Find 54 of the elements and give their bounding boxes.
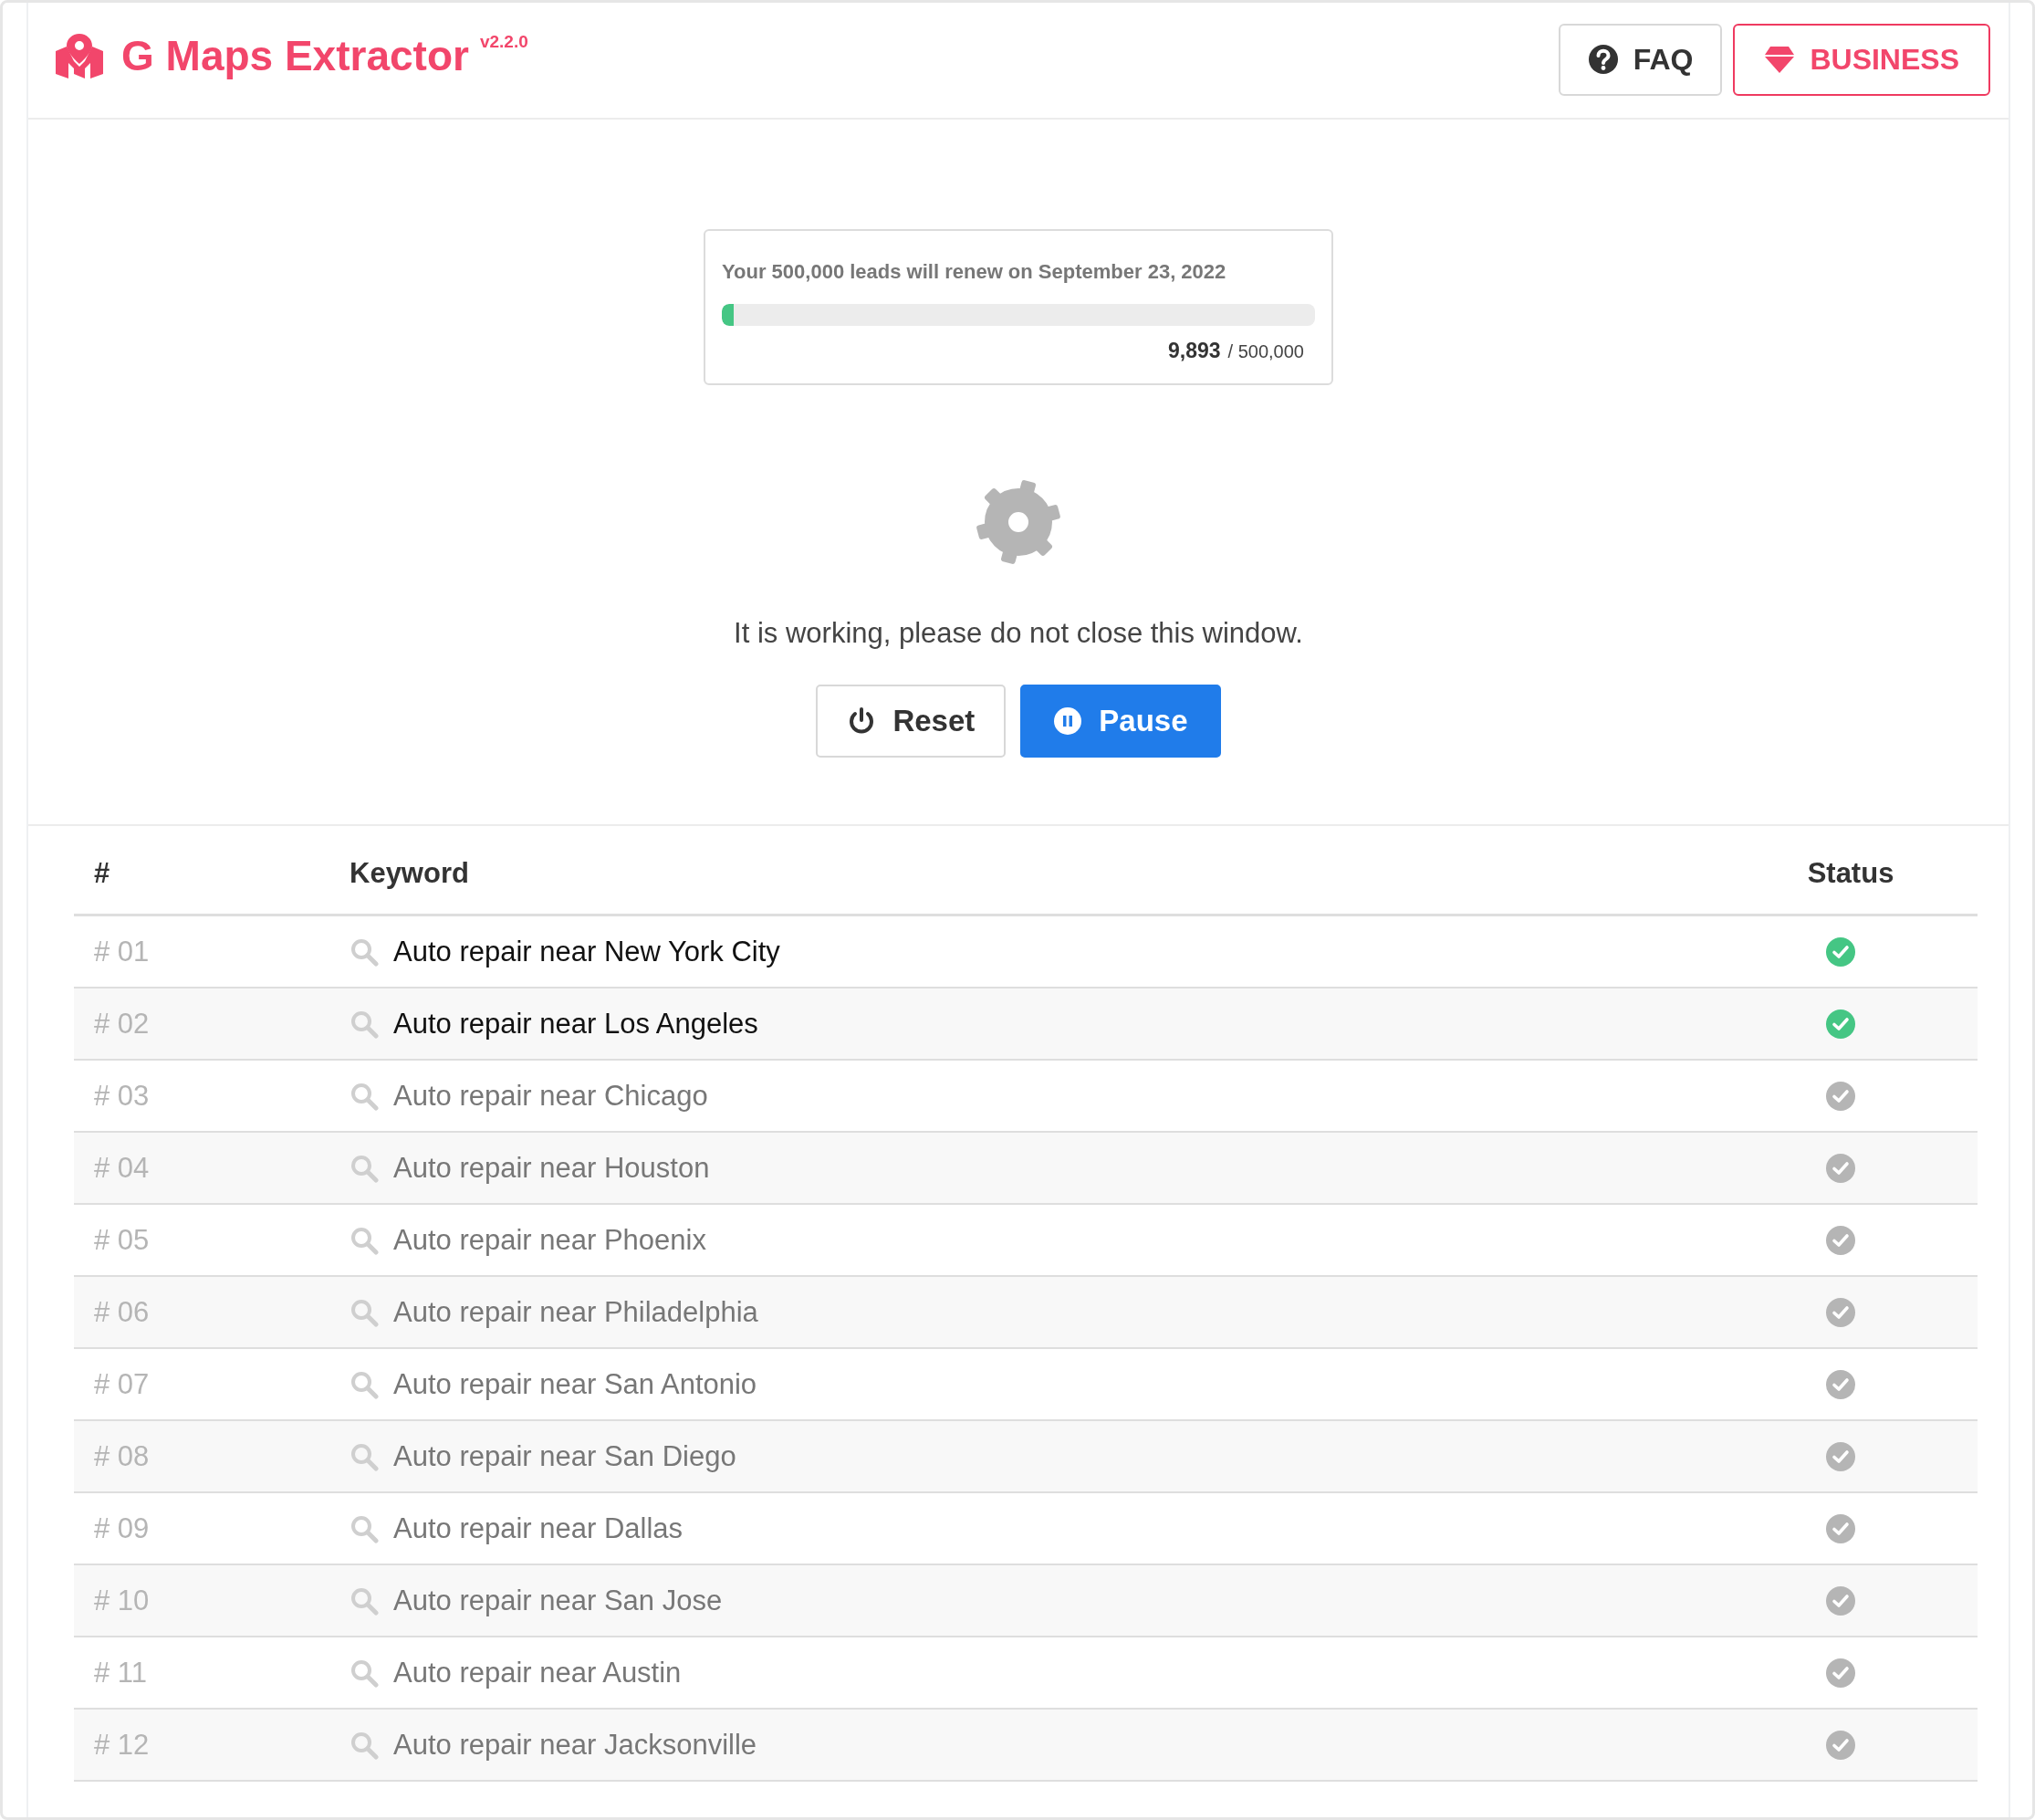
status-message: It is working, please do not close this window. [734,617,1303,650]
pause-button[interactable]: Pause [1020,685,1221,758]
search-icon [350,1441,379,1471]
used-count: 9,893 [1168,339,1221,363]
total-count: / 500,000 [1227,341,1304,362]
keyword-text: Auto repair near New York City [393,935,780,968]
renewal-notice: Your 500,000 leads will renew on September 23, 2022 [722,260,1227,284]
keyword-text: Auto repair near Philadelphia [393,1295,758,1329]
keyword-text: Auto repair near Austin [393,1656,682,1689]
row-number: # 01 [93,935,151,968]
business-button[interactable]: BUSINESS [1733,23,1990,96]
row-number: # 11 [93,1656,149,1689]
keyword-text: Auto repair near Houston [393,1151,710,1185]
keyword-text: Auto repair near Phoenix [393,1223,706,1257]
search-icon [350,1658,379,1688]
gear-icon [975,478,1062,566]
row-number: # 08 [93,1439,151,1473]
search-icon [350,936,379,967]
search-icon [350,1369,379,1399]
search-icon [350,1153,379,1183]
map-pin-icon [54,34,105,79]
row-number: # 05 [93,1223,151,1257]
keyword-text: Auto repair near San Jose [393,1584,723,1617]
column-header: Keyword [349,857,470,890]
diamond-icon [1764,44,1796,75]
keyword-text: Auto repair near San Diego [393,1439,736,1473]
row-number: # 10 [93,1584,151,1617]
row-number: # 07 [93,1367,151,1401]
pause-icon [1053,706,1083,736]
column-header: Status [1806,857,1895,890]
search-icon [350,1585,379,1616]
row-number: # 04 [93,1151,151,1185]
faq-button[interactable]: FAQ [1558,23,1723,96]
search-icon [350,1009,379,1039]
reset-button[interactable]: Reset [816,685,1007,758]
row-number: # 03 [93,1079,151,1113]
keyword-text: Auto repair near Dallas [393,1511,684,1545]
keyword-text: Auto repair near San Antonio [393,1367,757,1401]
column-header: # [93,857,111,890]
search-icon [350,1513,379,1543]
search-icon [350,1225,379,1255]
question-icon [1587,44,1619,75]
row-number: # 12 [93,1728,151,1762]
row-number: # 09 [93,1511,151,1545]
version-label: v2.2.0 [479,32,528,52]
row-number: # 02 [93,1007,151,1041]
search-icon [350,1081,379,1111]
keyword-text: Auto repair near Los Angeles [393,1007,758,1041]
keyword-text: Auto repair near Jacksonville [393,1728,757,1762]
search-icon [350,1730,379,1760]
keyword-text: Auto repair near Chicago [393,1079,708,1113]
app-title: G Maps Extractor [121,31,469,81]
search-icon [350,1297,379,1327]
row-number: # 06 [93,1295,151,1329]
